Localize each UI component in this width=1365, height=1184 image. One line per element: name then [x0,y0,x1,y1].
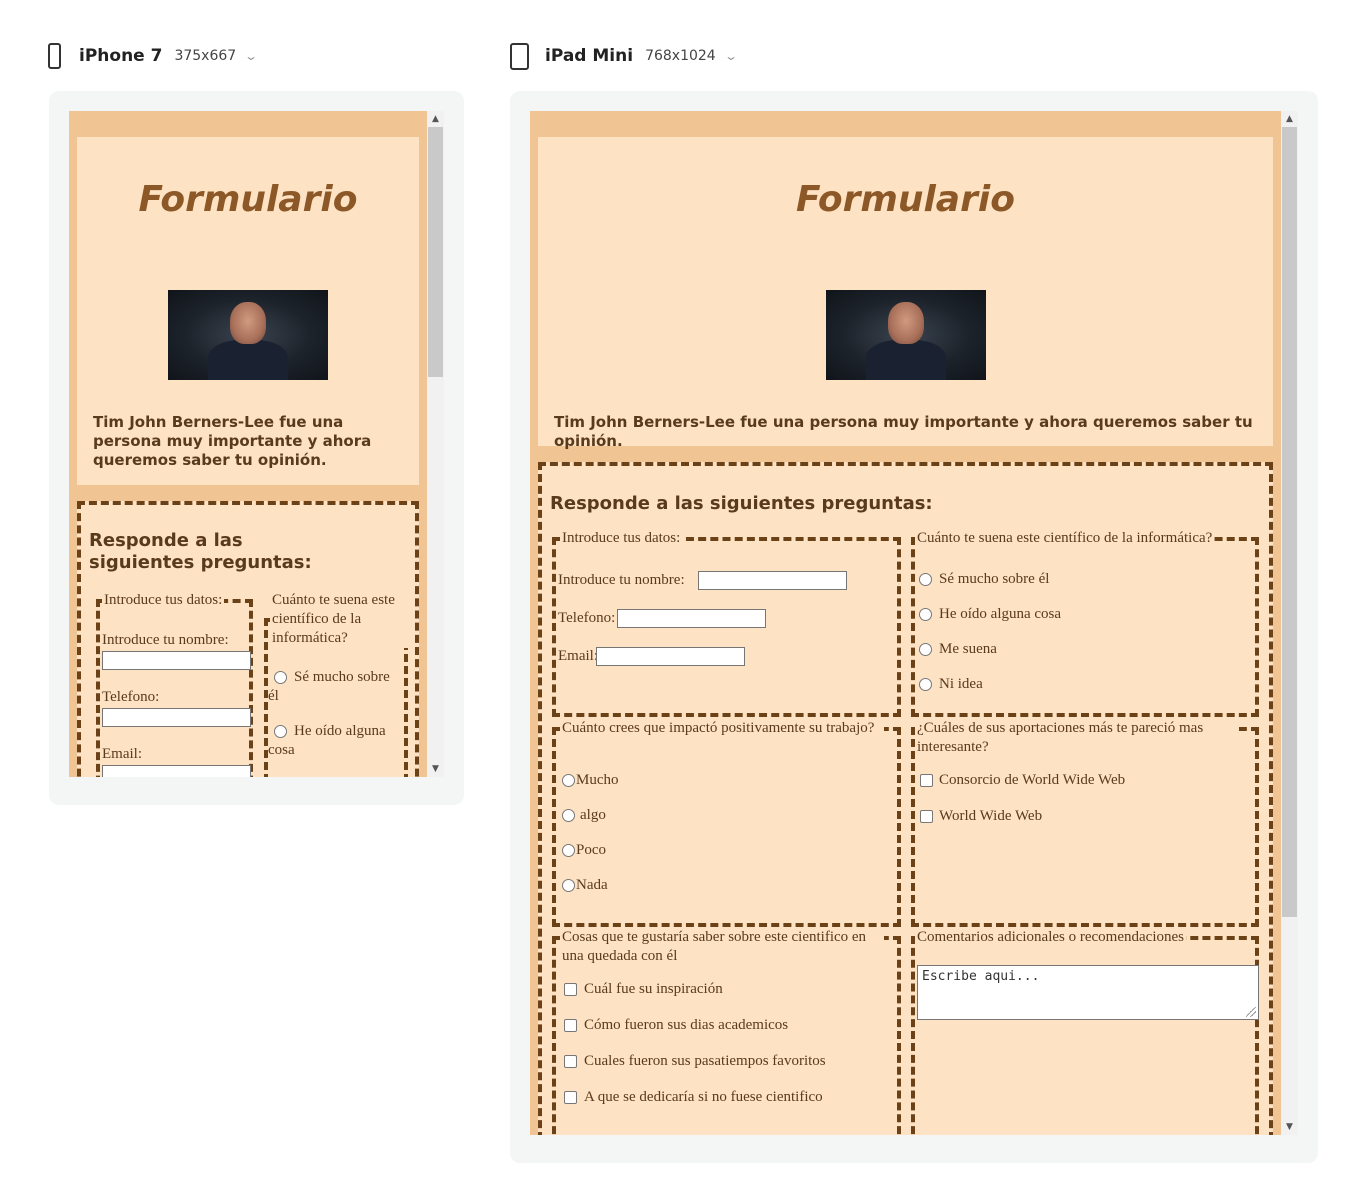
legend: Cosas que te gustaría saber sobre este c… [560,928,884,966]
radio-label: Sé mucho sobre él [939,571,1050,587]
device-resolution: 375x667 [174,48,237,64]
comments-textarea[interactable]: Escribe aqui... [917,965,1259,1020]
form-container: Responde a las siguientes preguntas: Int… [77,501,419,777]
legend: ¿Cuáles de sus aportaciones más te parec… [915,719,1239,757]
nombre-label: Introduce tu nombre: [558,572,685,588]
textarea-placeholder: Escribe aqui... [922,969,1040,984]
scroll-down-icon[interactable]: ▼ [427,763,444,775]
telefono-input[interactable] [617,609,766,628]
email-input[interactable] [596,647,745,666]
checkbox-label: Cuál fue su inspiración [584,981,723,997]
radio-label: He oído alguna cosa [939,606,1062,622]
fieldset-q2: Cuánto crees que impactó positivamente s… [552,719,901,927]
email-input[interactable] [102,765,251,777]
nombre-label: Introduce tu nombre: [102,632,229,648]
page-title: Formulario [138,179,358,220]
device-name: iPad Mini [545,46,634,66]
form-heading: Responde a las siguientes preguntas: [89,530,312,573]
telefono-input[interactable] [102,708,251,727]
fieldset-q1: Cuánto te suena este científico de la in… [911,529,1259,717]
scroll-up-icon[interactable]: ▲ [1281,113,1298,125]
radio-q2-2[interactable] [562,844,575,857]
radio-label: Me suena [939,641,997,657]
checkbox-q4-0[interactable] [564,983,577,996]
nombre-input[interactable] [698,571,847,590]
checkbox-label: Cómo fueron sus dias academicos [584,1017,789,1033]
radio-label: He oído alguna cosa [268,723,386,758]
device-selector-ipad[interactable]: iPad Mini 768x1024 ⌄ [510,34,738,78]
fieldset-q3: ¿Cuáles de sus aportaciones más te parec… [911,719,1259,927]
fieldset-q1: Cuánto te suena este científico de la in… [264,591,408,777]
chevron-down-icon[interactable]: ⌄ [724,49,738,63]
ipad-viewport[interactable]: Formulario Tim John Berners-Lee fue una … [530,111,1281,1135]
ipad-scrollbar[interactable]: ▲ ▼ [1281,111,1298,1135]
legend: Comentarios adicionales o recomendacione… [915,928,1186,947]
radio-label: Sé mucho sobre él [268,669,390,704]
checkbox-q3-1[interactable] [920,810,933,823]
form-heading: Responde a las siguientes preguntas: [550,493,933,514]
chevron-down-icon[interactable]: ⌄ [244,49,258,63]
nombre-input[interactable] [102,651,251,670]
intro-text: Tim John Berners-Lee fue una persona muy… [93,413,372,469]
radio-q1-2[interactable] [919,643,932,656]
intro-text: Tim John Berners-Lee fue una persona muy… [554,413,1253,450]
checkbox-q4-3[interactable] [564,1091,577,1104]
telefono-label: Telefono: [102,689,160,705]
page-title: Formulario [796,179,1015,220]
form-container: Responde a las siguientes preguntas: Int… [538,462,1273,1135]
radio-q1-0[interactable] [919,573,932,586]
checkbox-label: World Wide Web [939,808,1043,824]
page-header: Formulario Tim John Berners-Lee fue una … [538,137,1273,450]
checkbox-label: Cuales fueron sus pasatiempos favoritos [584,1053,826,1069]
telefono-label: Telefono: [558,610,616,626]
scroll-down-icon[interactable]: ▼ [1281,1121,1298,1133]
fieldset-datos: Introduce tus datos: Introduce tu nombre… [552,529,901,717]
legend: Cuánto crees que impactó positivamente s… [560,719,884,738]
fieldset-q4: Cosas que te gustaría saber sobre este c… [552,928,901,1135]
scroll-thumb[interactable] [428,127,443,377]
checkbox-q4-2[interactable] [564,1055,577,1068]
scroll-thumb[interactable] [1282,127,1297,917]
radio-label: Mucho [576,772,619,788]
legend: Introduce tus datos: [560,529,683,548]
checkbox-label: A que se dedicaría si no fuese cientific… [584,1089,823,1105]
page-header: Formulario Tim John Berners-Lee fue una … [77,137,419,485]
legend: Cuánto te suena este científico de la in… [915,529,1215,548]
email-label: Email: [102,746,142,762]
radio-q2-0[interactable] [562,774,575,787]
radio-label: Nada [576,877,608,893]
radio-label: algo [580,807,606,823]
phone-icon [48,43,61,69]
checkbox-q3-0[interactable] [920,774,933,787]
legend: Introduce tus datos: [102,591,225,610]
iphone-viewport[interactable]: Formulario Tim John Berners-Lee fue una … [69,111,427,777]
iphone-scrollbar[interactable]: ▲ ▼ [427,111,444,777]
radio-q2-3[interactable] [562,879,575,892]
checkbox-label: Consorcio de World Wide Web [939,772,1126,788]
device-name: iPhone 7 [79,46,163,66]
scroll-up-icon[interactable]: ▲ [427,113,444,125]
portrait-image [168,290,328,380]
fieldset-q5: Comentarios adicionales o recomendacione… [911,928,1259,1135]
radio-q1-3[interactable] [919,678,932,691]
device-selector-iphone[interactable]: iPhone 7 375x667 ⌄ [48,34,258,78]
checkbox-q4-1[interactable] [564,1019,577,1032]
resize-handle-icon[interactable] [1246,1007,1256,1017]
portrait-image [826,290,986,380]
fieldset-datos: Introduce tus datos: Introduce tu nombre… [96,591,253,777]
email-label: Email: [558,648,598,664]
radio-q2-1[interactable] [562,809,575,822]
device-resolution: 768x1024 [645,48,716,64]
radio-label: Poco [576,842,606,858]
radio-label: Ni idea [939,676,983,692]
tablet-icon [510,42,529,70]
legend: Cuánto te suena este científico de la in… [270,591,408,648]
radio-q1-1[interactable] [919,608,932,621]
